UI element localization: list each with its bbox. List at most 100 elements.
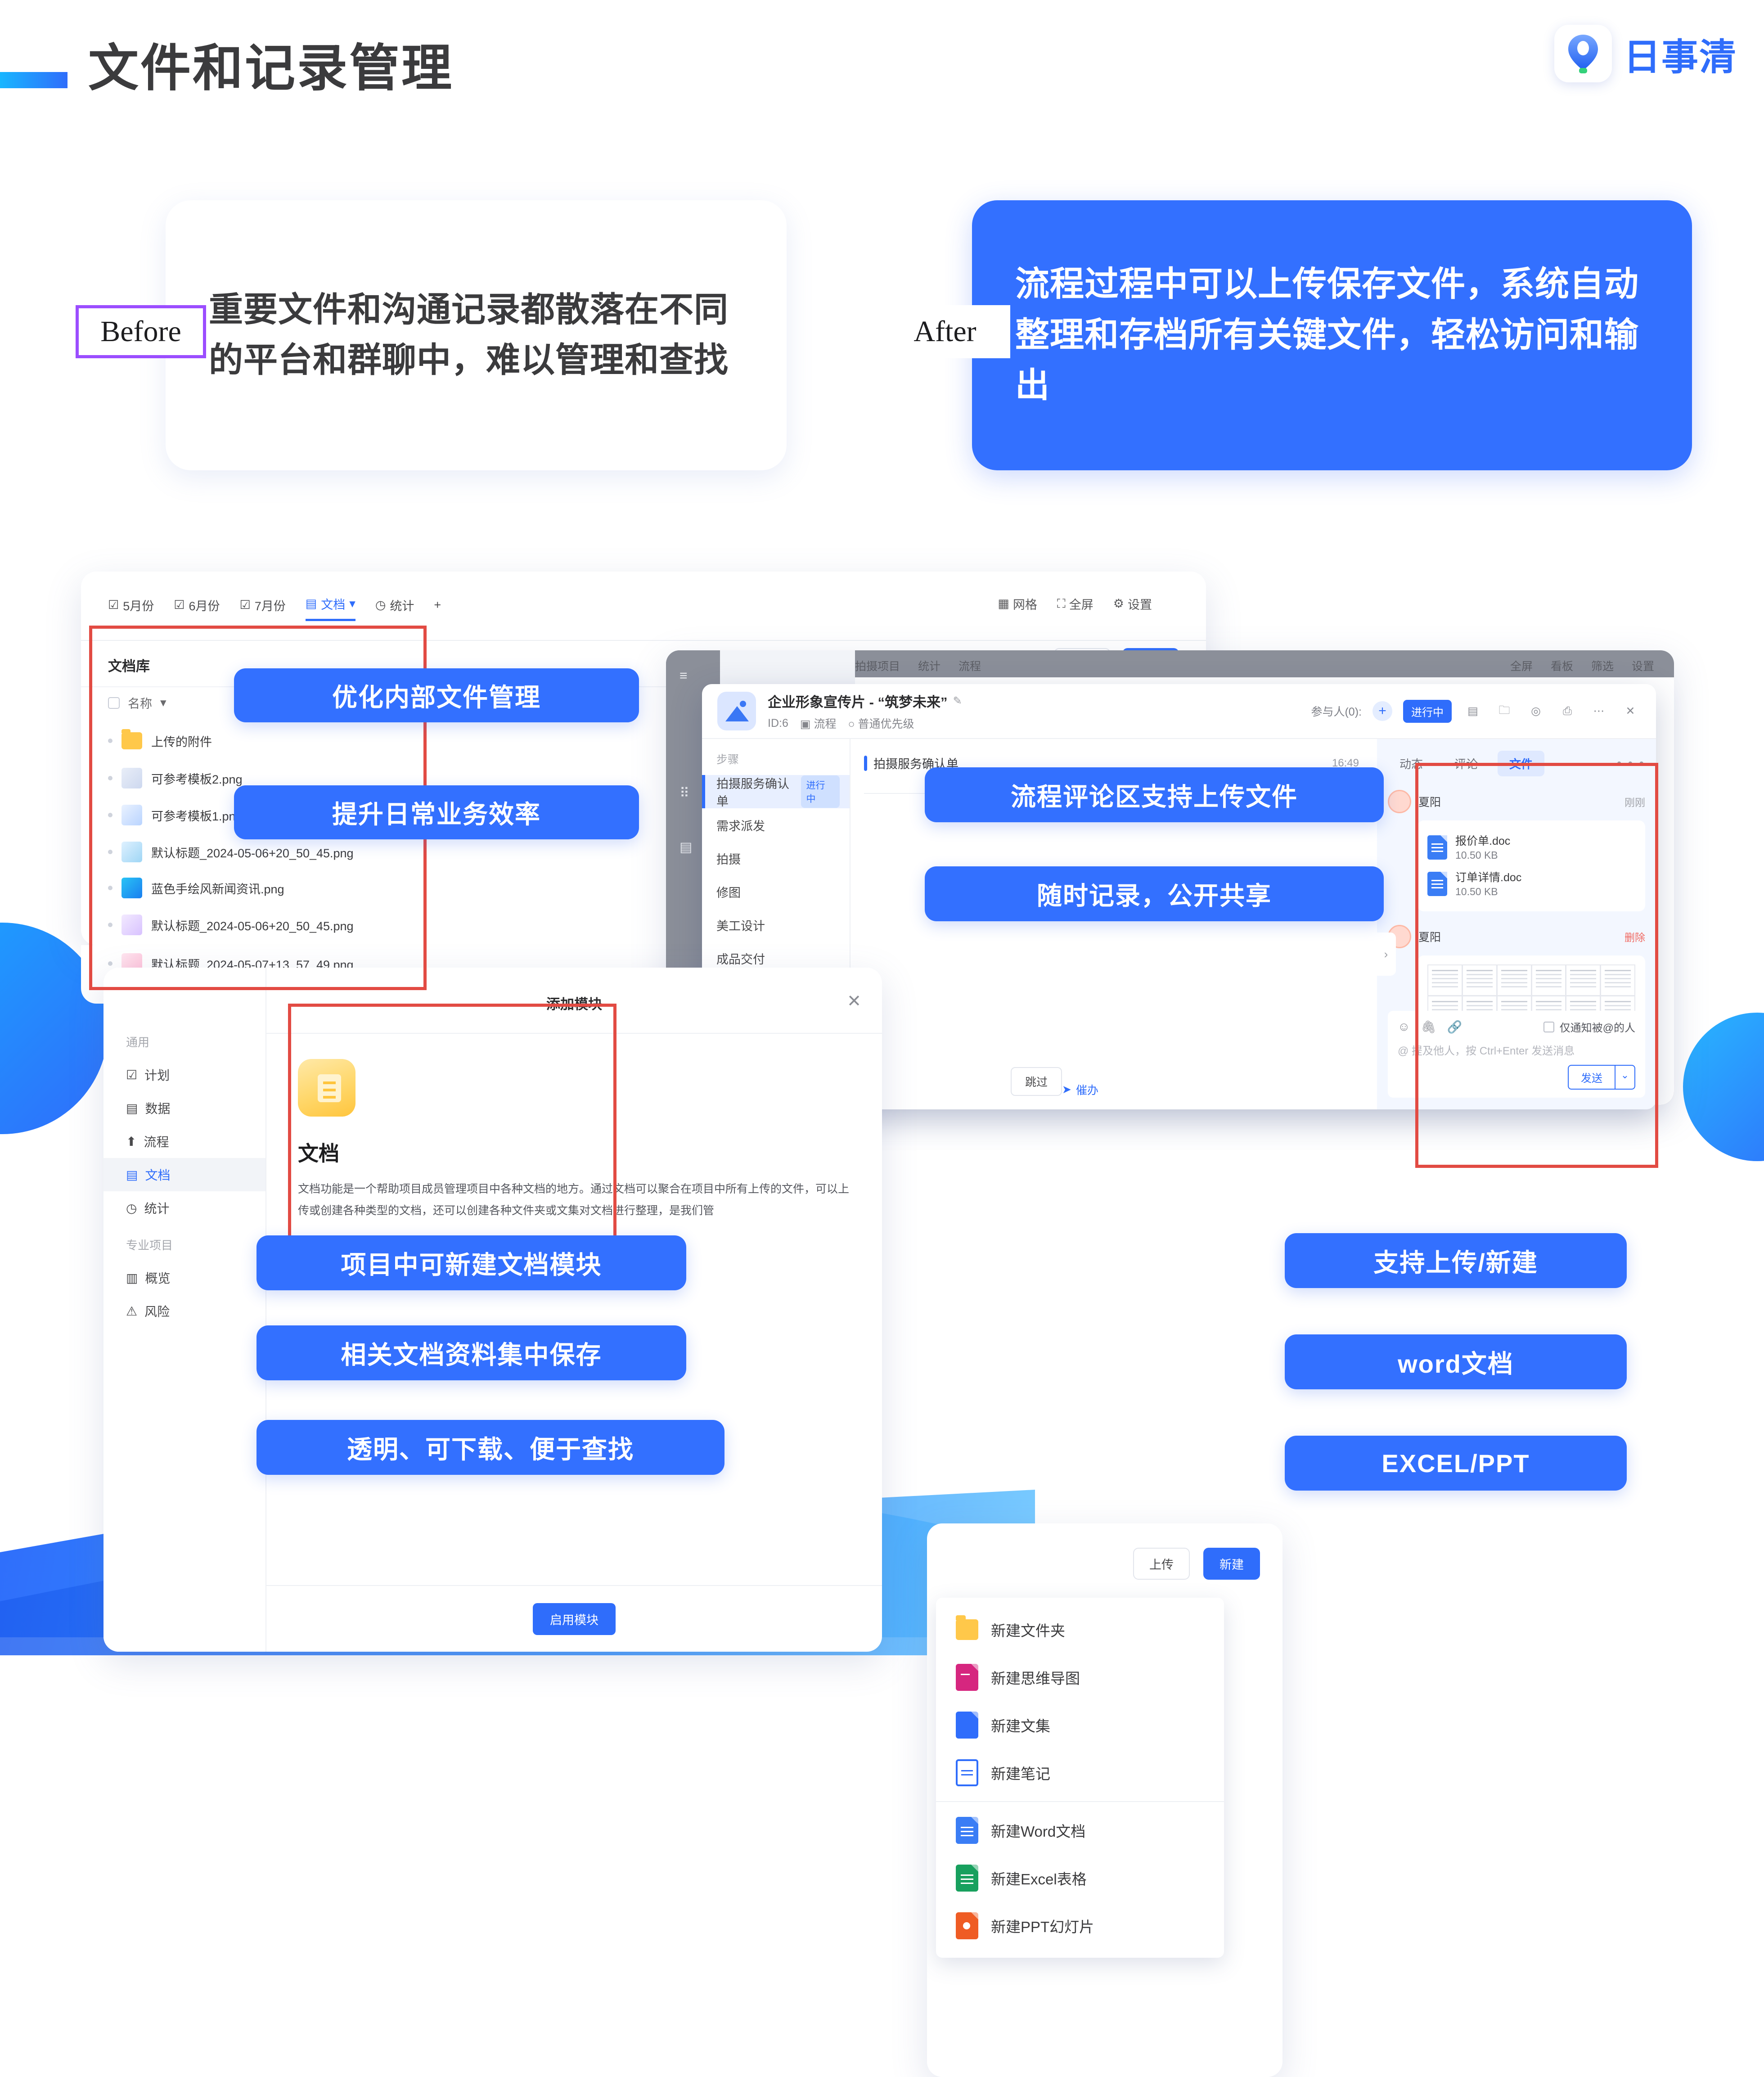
link-icon[interactable]: 🔗: [1447, 1020, 1462, 1034]
callout-centralized-storage: 相关文档资料集中保存: [256, 1325, 686, 1380]
sidebar-item-overview[interactable]: ▥ 概览: [104, 1261, 266, 1294]
menu-icon[interactable]: ≡: [680, 668, 688, 684]
project-icon[interactable]: ▤: [680, 839, 692, 855]
tab-comments[interactable]: 评论: [1443, 751, 1490, 776]
status-badge[interactable]: 进行中: [1403, 699, 1452, 723]
tab-stats[interactable]: ◷ 统计: [375, 596, 414, 620]
grid-icon[interactable]: ⠿: [680, 785, 689, 801]
comment-time: 刚刚: [1624, 797, 1645, 808]
board-button[interactable]: 看板: [1551, 658, 1573, 674]
notify-mentioned-toggle[interactable]: 仅通知被@的人: [1543, 1019, 1635, 1035]
tab-files[interactable]: 文件: [1498, 751, 1545, 776]
step-item[interactable]: 拍摄服务确认单 进行中: [702, 775, 850, 808]
row-bullet: [108, 776, 112, 780]
module-detail: 添加模块 ✕ 文档 文档功能是一个帮助项目成员管理项目中各种文档的地方。通过文档…: [266, 968, 882, 1652]
step-label: 拍摄: [716, 852, 741, 866]
menu-item-new-word[interactable]: 新建Word文档: [936, 1807, 1224, 1854]
task-priority[interactable]: ○ 普通优先级: [848, 715, 914, 731]
print-icon[interactable]: ⎙: [1557, 701, 1578, 721]
edit-pencil-icon[interactable]: ✎: [953, 694, 962, 707]
step-item[interactable]: 需求派发: [702, 808, 850, 842]
column-header-name[interactable]: 名称 ▾: [108, 694, 166, 712]
tab-documents[interactable]: ▤ 文档 ▾: [305, 595, 356, 621]
step-item[interactable]: 修图: [702, 875, 850, 908]
sidebar-item-plan[interactable]: ☑ 计划: [104, 1058, 266, 1091]
menu-item-new-ppt[interactable]: 新建PPT幻灯片: [936, 1902, 1224, 1950]
settings-button[interactable]: ⚙ 设置: [1113, 595, 1152, 613]
attachment-item[interactable]: 订单详情.doc 10.50 KB: [1427, 866, 1635, 902]
brand-logo: 日事清: [1554, 25, 1737, 82]
select-all-checkbox[interactable]: [108, 697, 120, 709]
urge-button[interactable]: ➤ 催办: [1062, 1081, 1098, 1098]
sidebar-item-label: 概览: [145, 1271, 171, 1285]
send-options-caret[interactable]: ⌄: [1615, 1066, 1634, 1089]
modal-header-actions: 参与人(0): + 进行中 ▤ 🗀 ◎ ⎙ ⋯ ✕: [1311, 699, 1641, 723]
close-icon[interactable]: ✕: [847, 991, 861, 1011]
step-item[interactable]: 美工设计: [702, 908, 850, 942]
file-name: 默认标题_2024-05-06+20_50_45.png: [151, 919, 354, 933]
folder-icon: [122, 729, 142, 749]
callout-upload-create: 支持上传/新建: [1285, 1233, 1627, 1288]
comment-textarea[interactable]: @ 提及他人，按 Ctrl+Enter 发送消息: [1398, 1042, 1635, 1058]
send-button-group[interactable]: 发送 ⌄: [1568, 1065, 1635, 1090]
attachment-item[interactable]: 报价单.doc 10.50 KB: [1427, 829, 1635, 866]
menu-item-new-folder[interactable]: 新建文件夹: [936, 1606, 1224, 1653]
folder-icon[interactable]: 🗀: [1494, 701, 1515, 721]
comment-input-toolbar: ☺ 🖇 🔗 仅通知被@的人: [1398, 1019, 1635, 1035]
person-icon[interactable]: ◎: [1526, 701, 1546, 721]
enable-module-button[interactable]: 启用模块: [533, 1603, 616, 1635]
tab-flow[interactable]: 流程: [958, 658, 981, 674]
menu-item-new-mindmap[interactable]: 新建思维导图: [936, 1653, 1224, 1701]
sidebar-item-data[interactable]: ▤ 数据: [104, 1091, 266, 1125]
sidebar-item-document[interactable]: ▤ 文档: [104, 1158, 266, 1191]
panel-collapse-arrow[interactable]: ›: [1376, 933, 1396, 976]
participants-label: 参与人(0):: [1311, 706, 1362, 718]
tab-stats[interactable]: 统计: [918, 658, 940, 674]
checkbox[interactable]: [1543, 1021, 1554, 1032]
sidebar-item-stats[interactable]: ◷ 统计: [104, 1191, 266, 1225]
settings-button[interactable]: 设置: [1632, 658, 1654, 674]
tab-june[interactable]: ☑ 6月份: [174, 596, 220, 620]
grid-view-button[interactable]: ▦ 网格: [998, 595, 1037, 613]
fullscreen-button[interactable]: ⛶ 全屏: [1057, 595, 1094, 613]
close-icon[interactable]: ✕: [1620, 701, 1641, 721]
menu-item-new-excel[interactable]: 新建Excel表格: [936, 1854, 1224, 1902]
fullscreen-button[interactable]: 全屏: [1510, 658, 1533, 674]
file-thumbnail: [122, 915, 142, 935]
more-icon[interactable]: ⋯: [1588, 701, 1609, 721]
comment-entry: 夏阳 刚刚 报价单.doc 10.50 KB 订单详情.doc 10.50 KB: [1388, 790, 1645, 911]
delete-link[interactable]: 删除: [1624, 929, 1645, 944]
emoji-icon[interactable]: ☺: [1398, 1020, 1410, 1034]
detail-icon[interactable]: ▤: [1462, 701, 1483, 721]
tab-activity[interactable]: 动态: [1388, 751, 1435, 776]
sidebar-item-label: 风险: [144, 1305, 170, 1319]
tab-add-button[interactable]: +: [434, 598, 441, 618]
tab-may[interactable]: ☑ 5月份: [108, 596, 154, 620]
create-button[interactable]: 新建: [1203, 1548, 1260, 1580]
attachment-icon[interactable]: 🖇: [1421, 1020, 1436, 1034]
attachment-name: 报价单.doc: [1455, 835, 1511, 847]
attachment-size: 10.50 KB: [1455, 885, 1498, 897]
step-item[interactable]: 拍摄: [702, 842, 850, 875]
menu-item-new-note[interactable]: 新建笔记: [936, 1749, 1224, 1797]
menu-item-new-collection[interactable]: 新建文集: [936, 1701, 1224, 1749]
sort-caret-icon: ▾: [160, 696, 166, 709]
upload-button[interactable]: 上传: [1133, 1548, 1190, 1580]
skip-button[interactable]: 跳过: [1010, 1067, 1062, 1096]
sidebar-item-risk[interactable]: ⚠ 风险: [104, 1294, 266, 1328]
add-participant-button[interactable]: +: [1372, 701, 1392, 721]
callout-excel-ppt: EXCEL/PPT: [1285, 1436, 1627, 1491]
file-name: 蓝色手绘风新闻资讯.png: [151, 882, 284, 896]
more-icon[interactable]: • • •: [1617, 756, 1645, 771]
tab-july[interactable]: ☑ 7月份: [240, 596, 286, 620]
menu-item-label: 新建文集: [991, 1718, 1050, 1735]
step-label: 美工设计: [716, 919, 765, 933]
callout-optimize-file-management: 优化内部文件管理: [234, 668, 639, 722]
tab-shoot-project[interactable]: 拍摄项目: [855, 658, 900, 674]
send-button[interactable]: 发送: [1569, 1066, 1615, 1089]
word-doc-icon: [1427, 872, 1447, 897]
filter-button[interactable]: 筛选: [1591, 658, 1614, 674]
sidebar-item-flow[interactable]: ⬆ 流程: [104, 1125, 266, 1158]
module-group-label: 通用: [126, 1036, 150, 1049]
sidebar-item-label: 文档: [145, 1168, 171, 1182]
